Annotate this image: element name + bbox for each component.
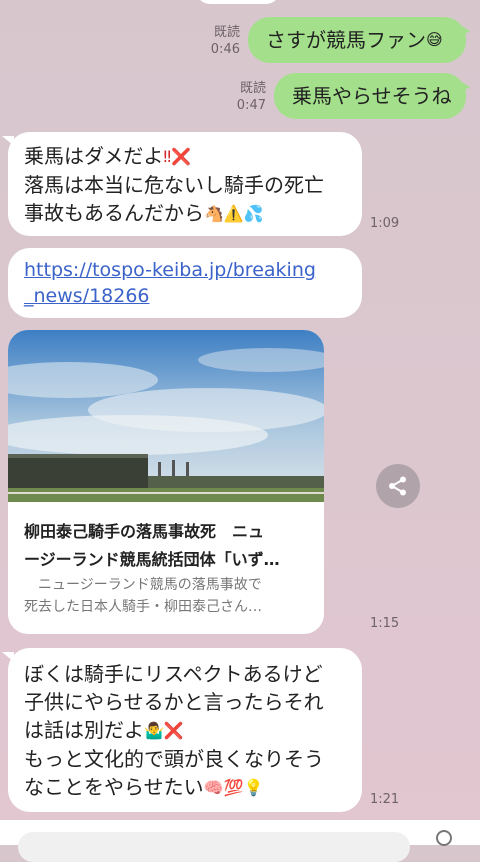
previous-bubble-edge	[196, 0, 280, 4]
message-time: 1:09	[370, 216, 400, 231]
message-time: 0:46	[210, 42, 240, 57]
message-time: 0:47	[236, 98, 266, 113]
message-time: 1:21	[370, 792, 400, 807]
message-line: 事故もあるんだから	[24, 201, 204, 225]
message-meta: 既読 0:47	[222, 80, 266, 114]
sent-message[interactable]: さすが競馬ファン 😅	[248, 17, 470, 63]
message-text: さすが競馬ファン	[266, 28, 426, 52]
preview-title: 柳田泰己騎手の落馬事故死 ニュ ージーランド競馬統括団体「いず…	[24, 522, 280, 569]
sweat-smile-emoji: 😅	[426, 30, 443, 49]
message-line: 落馬は本当に危ないし騎手の死亡	[24, 173, 324, 197]
read-receipt: 既読	[213, 25, 240, 40]
message-line: 乗馬はダメだよ	[24, 144, 164, 168]
racecourse-photo	[8, 330, 324, 502]
message-line: 子供にやらせるかと言ったらそれ	[24, 690, 324, 714]
brain-hundred-bulb-emoji: 🧠💯💡	[203, 778, 264, 797]
message-input-field[interactable]	[18, 832, 410, 862]
url-link[interactable]: _news/18266	[24, 283, 346, 309]
sent-message[interactable]: 乗馬やらせそうね	[274, 73, 470, 119]
message-line: もっと文化的で頭が良くなりそう	[24, 747, 324, 771]
message-meta: 既読 0:46	[196, 24, 240, 58]
message-line: ぼくは騎手にリスペクトあるけど	[24, 662, 323, 686]
double-exclamation-cross-emoji: ‼❌	[163, 147, 192, 166]
read-receipt: 既読	[239, 81, 266, 96]
received-link-message[interactable]: https://tospo-keiba.jp/breaking _news/18…	[8, 248, 362, 318]
share-button[interactable]	[376, 464, 420, 508]
message-line: は話は別だよ	[24, 718, 144, 742]
message-line: なことをやらせたい	[24, 775, 204, 799]
preview-description: ニュージーランド競馬の落馬事故で 死去した日本人騎手・柳田泰己さん…	[24, 577, 262, 615]
received-message[interactable]: 乗馬はダメだよ‼❌ 落馬は本当に危ないし騎手の死亡 事故もあるんだから🐴⚠️💦	[2, 132, 362, 236]
shrug-cross-emoji: 🤷‍♂️❌	[144, 721, 184, 740]
share-icon	[389, 476, 406, 496]
message-text: 乗馬やらせそうね	[292, 84, 452, 108]
link-preview-card[interactable]: 柳田泰己騎手の落馬事故死 ニュ ージーランド競馬統括団体「いず… ニュージーラン…	[8, 330, 324, 634]
input-action-icon[interactable]	[436, 830, 452, 846]
horse-warning-sweat-emoji: 🐴⚠️💦	[204, 204, 264, 223]
received-message[interactable]: ぼくは騎手にリスペクトあるけど 子供にやらせるかと言ったらそれ は話は別だよ🤷‍…	[2, 648, 362, 812]
message-time: 1:15	[370, 616, 400, 631]
url-link[interactable]: https://tospo-keiba.jp/breaking	[24, 257, 346, 283]
